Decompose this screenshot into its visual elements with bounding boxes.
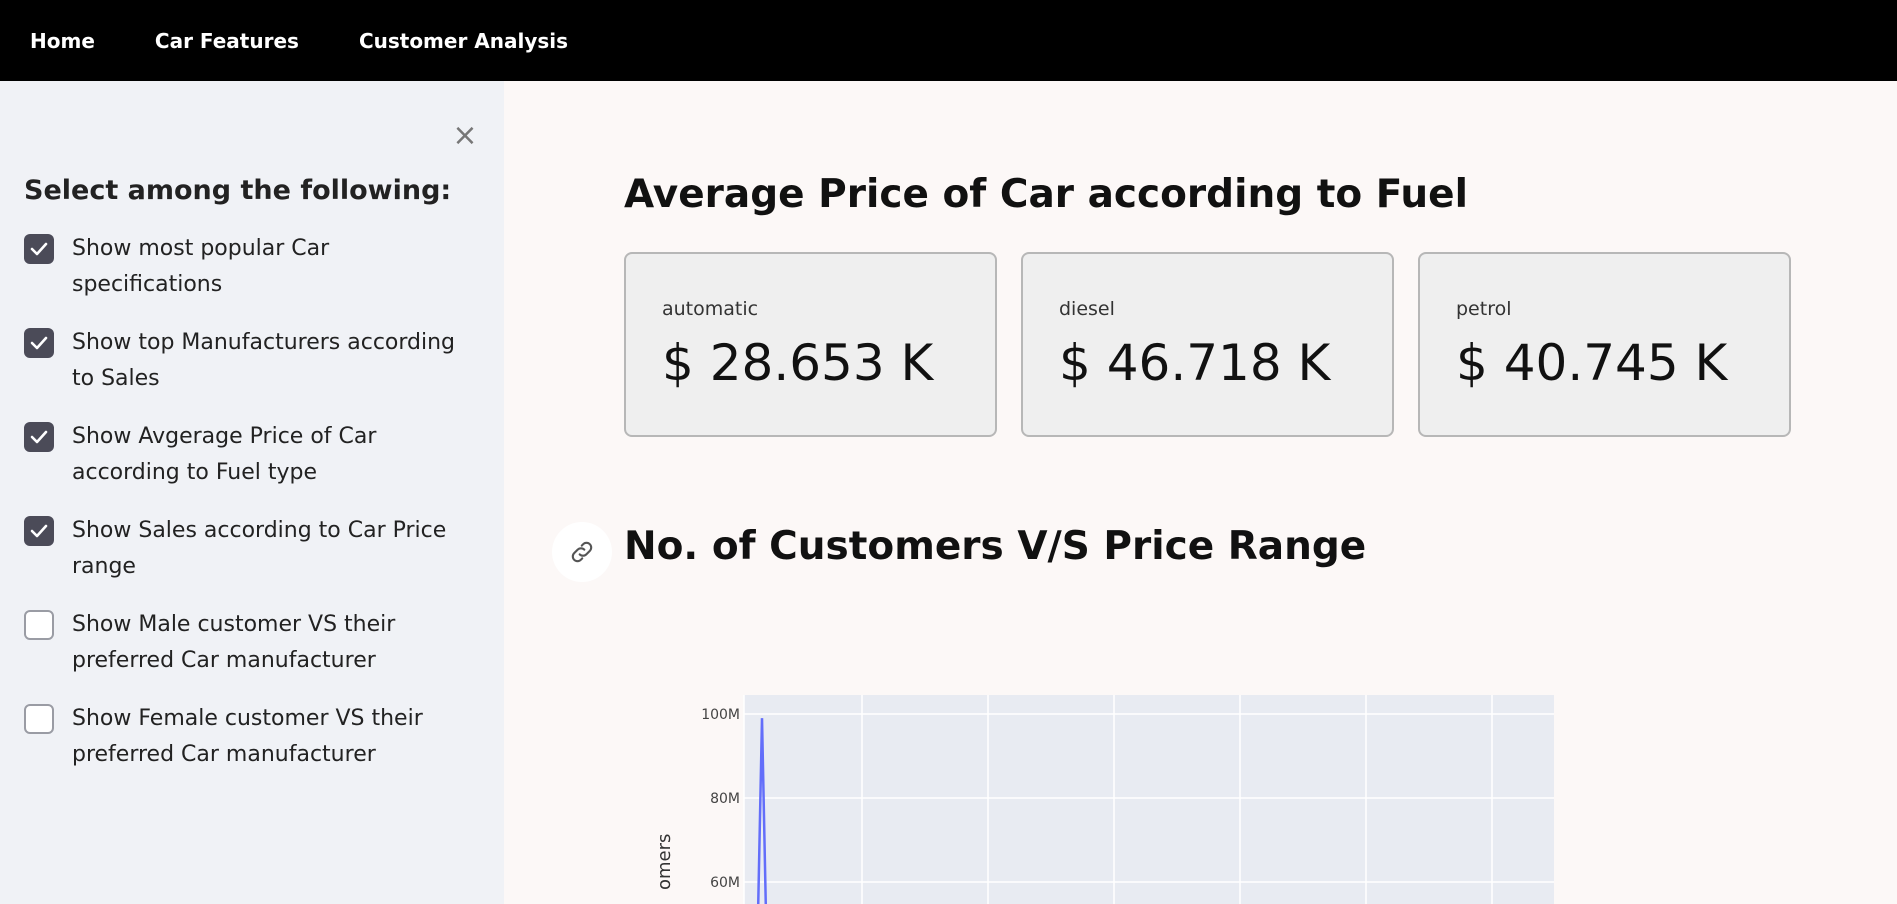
checkbox-list: Show most popular Car specifications Sho…: [24, 231, 474, 795]
nav-home[interactable]: Home: [30, 29, 95, 53]
series-line: [756, 718, 768, 904]
check-icon: [30, 242, 48, 256]
nav-customer-analysis[interactable]: Customer Analysis: [359, 29, 568, 53]
checkbox-label: Show Avgerage Price of Car according to …: [72, 424, 377, 485]
checkbox-checked[interactable]: [24, 328, 54, 358]
nav-car-features[interactable]: Car Features: [155, 29, 299, 53]
metric-card-automatic: automatic $ 28.653 K: [624, 252, 997, 437]
sidebar-heading: Select among the following:: [24, 175, 452, 206]
metric-label: petrol: [1456, 298, 1512, 320]
checkbox-item[interactable]: Show Male customer VS their preferred Ca…: [24, 607, 474, 679]
checkbox-label: Show top Manufacturers according to Sale…: [72, 330, 456, 391]
close-icon[interactable]: ×: [452, 121, 478, 151]
checkbox-item[interactable]: Show most popular Car specifications: [24, 231, 474, 303]
checkbox-label: Show Male customer VS their preferred Ca…: [72, 612, 396, 673]
y-tick-label: 60M: [710, 875, 740, 891]
metric-label: automatic: [662, 298, 759, 320]
metric-card-petrol: petrol $ 40.745 K: [1418, 252, 1791, 437]
section-title: No. of Customers V/S Price Range: [624, 524, 1367, 569]
checkbox-checked[interactable]: [24, 422, 54, 452]
checkbox-checked[interactable]: [24, 234, 54, 264]
checkbox-label: Show Sales according to Car Price range: [72, 518, 447, 579]
checkbox-unchecked[interactable]: [24, 610, 54, 640]
metric-label: diesel: [1059, 298, 1115, 320]
anchor-link-button[interactable]: [552, 522, 612, 582]
metric-card-diesel: diesel $ 46.718 K: [1021, 252, 1394, 437]
checkbox-label: Show Female customer VS their preferred …: [72, 706, 423, 767]
top-nav: Home Car Features Customer Analysis: [0, 0, 1897, 81]
checkbox-item[interactable]: Show Avgerage Price of Car according to …: [24, 419, 474, 491]
checkbox-label: Show most popular Car specifications: [72, 236, 330, 297]
metric-value: $ 40.745 K: [1456, 334, 1728, 392]
checkbox-item[interactable]: Show Sales according to Car Price range: [24, 513, 474, 585]
check-icon: [30, 430, 48, 444]
chart-svg: 100M 80M 60M: [701, 695, 1554, 904]
sidebar: × Select among the following: Show most …: [0, 81, 504, 904]
link-icon: [571, 541, 593, 563]
page-title: Average Price of Car according to Fuel: [624, 172, 1469, 217]
y-tick-label: 100M: [701, 707, 740, 723]
y-axis-label: omers: [654, 833, 675, 890]
line-chart: 100M 80M 60M omers: [640, 690, 1560, 904]
metric-value: $ 46.718 K: [1059, 334, 1331, 392]
y-tick-label: 80M: [710, 791, 740, 807]
check-icon: [30, 336, 48, 350]
checkbox-item[interactable]: Show top Manufacturers according to Sale…: [24, 325, 474, 397]
checkbox-unchecked[interactable]: [24, 704, 54, 734]
checkbox-item[interactable]: Show Female customer VS their preferred …: [24, 701, 474, 773]
metric-value: $ 28.653 K: [662, 334, 934, 392]
checkbox-checked[interactable]: [24, 516, 54, 546]
check-icon: [30, 524, 48, 538]
